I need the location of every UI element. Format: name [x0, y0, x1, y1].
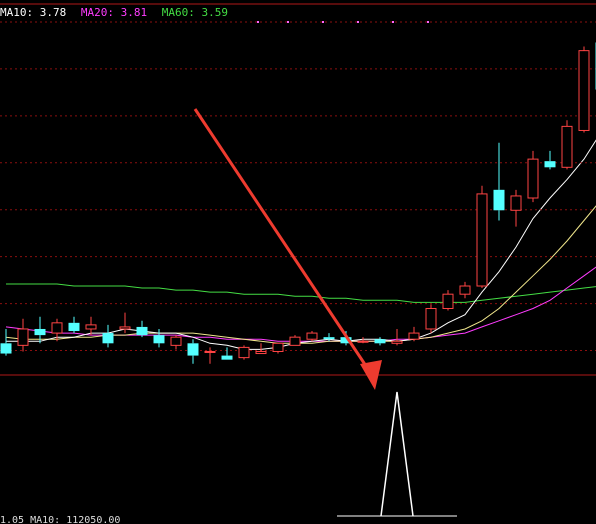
indicator-legend: 1.05 MA10: 112050.00 — [0, 515, 121, 524]
candle-body-up — [170, 336, 182, 346]
candle-body-up — [408, 332, 420, 340]
candle-body-down — [102, 333, 114, 344]
candle-body-down — [221, 355, 233, 360]
candle-body-up — [85, 324, 97, 330]
ma20-legend-label: MA20: 3.81 — [80, 6, 148, 19]
candle-body-up — [119, 326, 131, 330]
candle-body-down — [187, 343, 199, 356]
top-dot-marker — [287, 21, 289, 23]
candle-body-up — [510, 195, 522, 211]
candle-body-up — [578, 50, 590, 131]
candle-body-up — [204, 350, 216, 353]
candle-body-down — [544, 161, 556, 168]
top-dot-marker — [257, 21, 259, 23]
candle-body-up — [561, 125, 573, 168]
top-dot-marker — [392, 21, 394, 23]
candle-body-up — [357, 340, 369, 343]
candle-body-up — [51, 322, 63, 334]
stock-chart-window: 4.03 MA10: 3.78 MA20: 3.81 MA60: 3.59 1.… — [0, 0, 596, 524]
candle-body-up — [527, 158, 539, 199]
candle-body-down — [34, 328, 46, 336]
candle-body-up — [272, 342, 284, 352]
candle-body-up — [238, 346, 250, 359]
candle-body-down — [374, 339, 386, 344]
top-dot-marker — [427, 21, 429, 23]
candle-body-up — [255, 350, 267, 355]
top-dot-marker — [357, 21, 359, 23]
candle-body-down — [493, 189, 505, 211]
candle-body-up — [391, 340, 403, 344]
candle-body-up — [459, 285, 471, 295]
candle-body-up — [425, 308, 437, 330]
candle-body-down — [136, 326, 148, 336]
candle-body-up — [289, 336, 301, 346]
signal-spike — [380, 391, 414, 517]
arrow-shaft — [193, 108, 372, 373]
candle-body-up — [476, 193, 488, 287]
ma10-line — [5, 205, 596, 344]
ma60-legend-label: MA60: 3.59 — [161, 6, 228, 19]
candle-body-down — [0, 343, 12, 354]
ma10-legend-label: MA10: 3.78 — [0, 6, 67, 19]
candle-body-down — [153, 335, 165, 344]
candlestick-chart: 4.03 — [0, 3, 596, 517]
candle-body-up — [306, 332, 318, 340]
ma5-line — [6, 139, 596, 350]
ma60-line — [6, 283, 596, 303]
candle-body-up — [17, 328, 29, 346]
candle-body-down — [323, 337, 335, 340]
candle-body-up — [442, 293, 454, 310]
candle-body-down — [68, 322, 80, 332]
top-dot-marker — [322, 21, 324, 23]
ma-legend: MA10: 3.78 MA20: 3.81 MA60: 3.59 — [0, 5, 236, 21]
ma20-line — [5, 266, 596, 342]
